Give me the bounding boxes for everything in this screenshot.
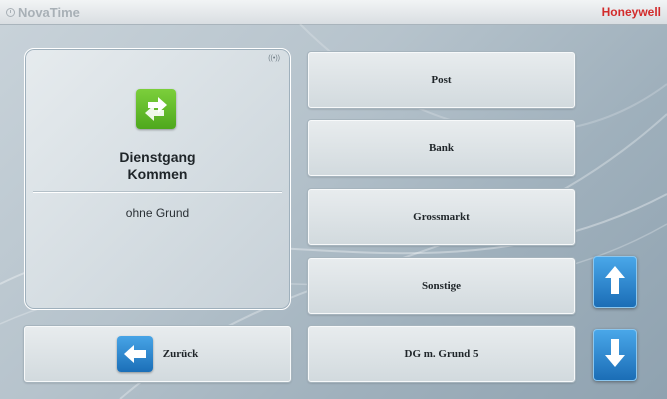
app-name: NovaTime: [18, 4, 80, 20]
brand-logo: Honeywell: [601, 5, 661, 19]
scroll-up-button[interactable]: [593, 256, 637, 308]
reason-button-dg-grund-5[interactable]: DG m. Grund 5: [308, 326, 575, 382]
divider: [33, 192, 282, 193]
action-title: Dienstgang Kommen: [25, 149, 290, 183]
reason-button-sonstige[interactable]: Sonstige: [308, 258, 575, 314]
action-title-line2: Kommen: [127, 166, 188, 182]
reason-button-grossmarkt[interactable]: Grossmarkt: [308, 189, 575, 245]
reason-button-bank[interactable]: Bank: [308, 120, 575, 176]
arrow-up-icon: [604, 265, 626, 300]
back-button[interactable]: Zurück: [24, 326, 291, 382]
booking-info-panel: ((•)) Dienstgang Kommen ohne Grund: [24, 48, 291, 310]
scroll-down-button[interactable]: [593, 329, 637, 381]
app-logo: NovaTime: [6, 4, 80, 20]
transfer-arrows-icon: [136, 89, 176, 129]
selected-reason: ohne Grund: [125, 206, 190, 220]
clock-icon: [6, 7, 15, 17]
arrow-left-icon: [116, 336, 153, 372]
reason-button-post[interactable]: Post: [308, 52, 575, 108]
connection-indicator: ((•)): [268, 55, 280, 62]
title-bar: NovaTime Honeywell: [0, 0, 667, 25]
back-button-label: Zurück: [162, 348, 199, 360]
action-title-line1: Dienstgang: [119, 149, 196, 165]
arrow-down-icon: [604, 338, 626, 373]
